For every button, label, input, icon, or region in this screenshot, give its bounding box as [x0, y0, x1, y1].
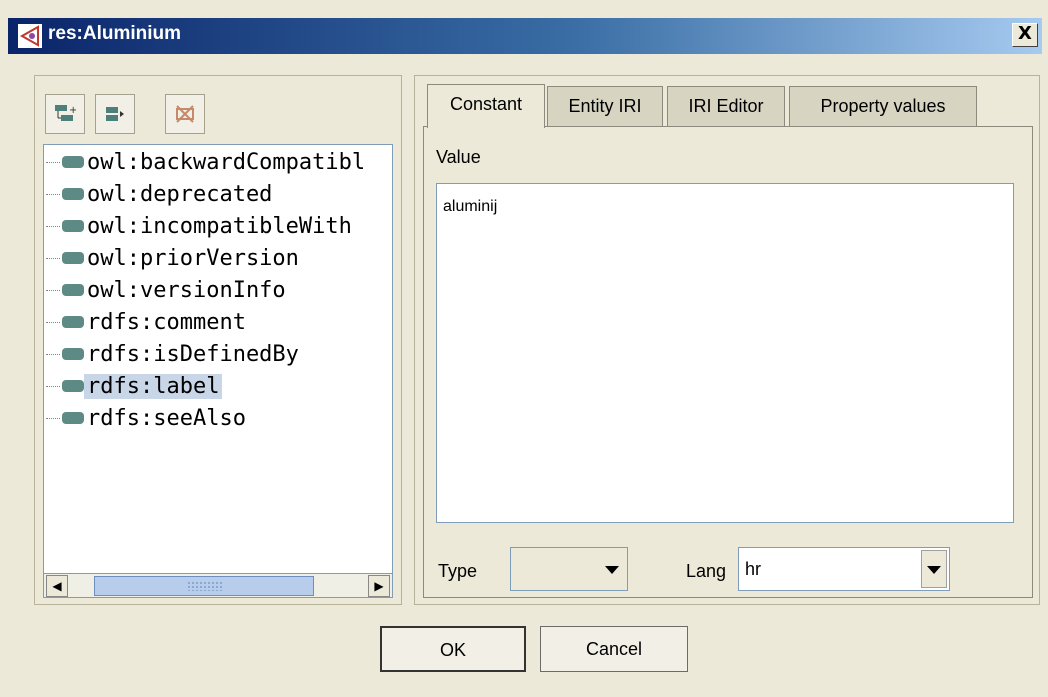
title-bar[interactable]: res:Aluminium: [8, 18, 1042, 54]
add-subproperty-button[interactable]: +: [45, 94, 85, 134]
tree-item-label: rdfs:seeAlso: [87, 405, 246, 431]
tree-connector: [46, 353, 60, 355]
tab-property-values[interactable]: Property values: [789, 86, 977, 126]
tree-connector: [46, 385, 60, 387]
svg-text:+: +: [69, 105, 76, 116]
grip-icon: [187, 581, 223, 591]
close-button[interactable]: X: [1012, 23, 1038, 47]
annotation-property-icon: [62, 220, 84, 232]
tree-connector: [46, 161, 60, 163]
add-sibling-icon: [106, 107, 124, 121]
tree-item-selected[interactable]: rdfs:label: [44, 371, 223, 401]
annotation-property-icon: [62, 316, 84, 328]
tree-connector: [46, 257, 60, 259]
chevron-down-icon: [605, 566, 619, 574]
tree-item[interactable]: owl:backwardCompatibl: [44, 147, 368, 177]
type-label: Type: [438, 561, 478, 581]
property-tree[interactable]: owl:backwardCompatibl owl:deprecated owl…: [43, 144, 393, 574]
scroll-left-icon[interactable]: ◀: [46, 575, 68, 597]
app-icon: [18, 24, 42, 48]
lang-label: Lang: [686, 561, 727, 581]
tree-item[interactable]: owl:priorVersion: [44, 243, 302, 273]
cancel-button[interactable]: Cancel: [540, 626, 688, 672]
horizontal-scrollbar[interactable]: ◀ ▶: [43, 574, 393, 598]
value-label: Value: [436, 147, 481, 167]
dialog-window: res:Aluminium X + owl:backwardCompatibl …: [0, 0, 1048, 697]
tree-item-label: owl:deprecated: [87, 181, 273, 207]
tab-iri-editor[interactable]: IRI Editor: [667, 86, 785, 126]
tree-item[interactable]: rdfs:comment: [44, 307, 249, 337]
tree-item-label: owl:priorVersion: [87, 245, 299, 271]
tab-constant[interactable]: Constant: [427, 84, 545, 128]
annotation-property-icon: [62, 348, 84, 360]
lang-value: hr: [745, 559, 762, 579]
tree-item[interactable]: owl:deprecated: [44, 179, 275, 209]
annotation-property-icon: [62, 188, 84, 200]
ok-button[interactable]: OK: [380, 626, 526, 672]
tree-item[interactable]: owl:incompatibleWith: [44, 211, 355, 241]
editor-panel: Constant Entity IRI IRI Editor Property …: [414, 75, 1040, 605]
tree-connector: [46, 225, 60, 227]
tree-item[interactable]: rdfs:seeAlso: [44, 403, 249, 433]
value-textarea[interactable]: aluminij: [436, 183, 1014, 523]
annotation-property-icon: [62, 284, 84, 296]
window-title: res:Aluminium: [48, 23, 182, 44]
annotation-property-icon: [62, 156, 84, 168]
lang-select[interactable]: hr: [738, 547, 950, 591]
tab-entity-iri[interactable]: Entity IRI: [547, 86, 663, 126]
add-sibling-button[interactable]: [95, 94, 135, 134]
tree-item[interactable]: owl:versionInfo: [44, 275, 289, 305]
delete-icon: [176, 105, 194, 123]
tree-connector: [46, 417, 60, 419]
annotation-property-icon: [62, 412, 84, 424]
tree-connector: [46, 193, 60, 195]
constant-tab-body: Value aluminij Type Lang hr: [423, 126, 1033, 598]
lang-dropdown-button[interactable]: [921, 550, 947, 588]
scroll-right-icon[interactable]: ▶: [368, 575, 390, 597]
tree-connector: [46, 321, 60, 323]
tree-item-label: rdfs:comment: [87, 309, 246, 335]
chevron-down-icon: [927, 566, 941, 574]
tree-connector: [46, 289, 60, 291]
tree-item-label: owl:incompatibleWith: [87, 213, 352, 239]
tree-item-label: owl:backwardCompatibl: [87, 149, 366, 175]
tree-item-label: rdfs:label: [84, 373, 223, 399]
delete-property-button[interactable]: [165, 94, 205, 134]
annotation-property-panel: + owl:backwardCompatibl owl:deprecated o…: [34, 75, 402, 605]
add-child-icon: +: [55, 105, 76, 121]
type-select[interactable]: [510, 547, 628, 591]
tree-item-label: rdfs:isDefinedBy: [87, 341, 299, 367]
annotation-property-icon: [62, 380, 84, 392]
tree-item-label: owl:versionInfo: [87, 277, 286, 303]
tree-item[interactable]: rdfs:isDefinedBy: [44, 339, 302, 369]
annotation-property-icon: [62, 252, 84, 264]
scroll-thumb[interactable]: [94, 576, 314, 596]
